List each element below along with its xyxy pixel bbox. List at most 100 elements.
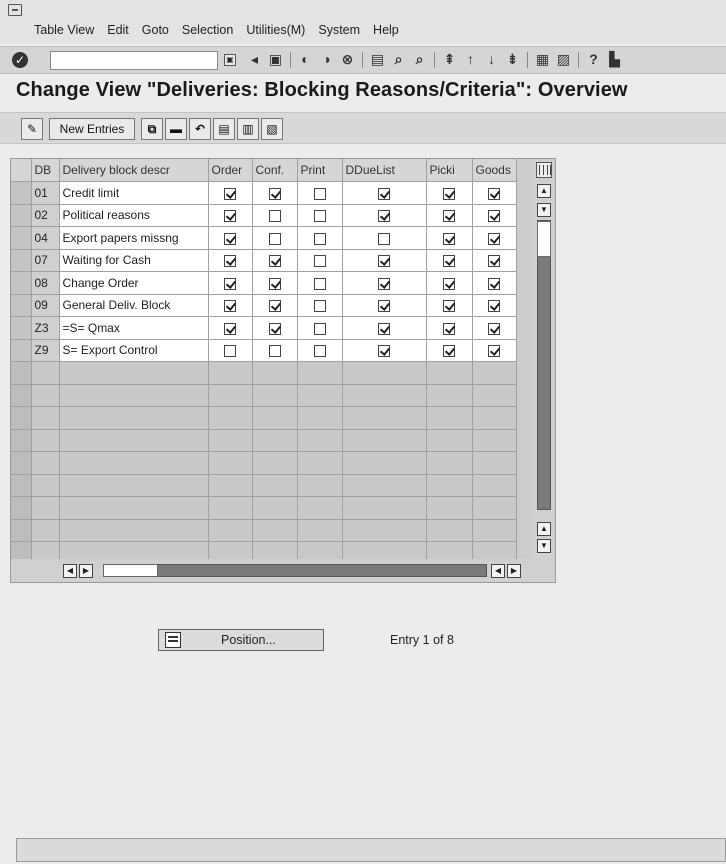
column-header-print[interactable]: Print bbox=[297, 159, 343, 182]
first-page-icon[interactable]: ⇞ bbox=[441, 51, 458, 68]
row-selector[interactable] bbox=[11, 294, 32, 317]
column-header-order[interactable]: Order bbox=[208, 159, 253, 182]
cell-descr[interactable]: S= Export Control bbox=[59, 339, 209, 362]
row-selector[interactable] bbox=[11, 339, 32, 362]
print-icon[interactable]: ▤ bbox=[369, 51, 386, 68]
conf-checkbox[interactable] bbox=[268, 322, 281, 335]
deselect-all-icon[interactable]: ▧ bbox=[261, 118, 283, 140]
last-page-icon[interactable]: ⇟ bbox=[504, 51, 521, 68]
conf-checkbox[interactable] bbox=[268, 232, 281, 245]
conf-checkbox[interactable] bbox=[268, 345, 281, 358]
row-selector[interactable] bbox=[11, 204, 32, 227]
column-header-dduelist[interactable]: DDueList bbox=[342, 159, 427, 182]
cell-descr[interactable]: Political reasons bbox=[59, 204, 209, 227]
conf-checkbox[interactable] bbox=[268, 255, 281, 268]
dduelist-checkbox[interactable] bbox=[378, 300, 390, 313]
print-checkbox[interactable] bbox=[313, 300, 326, 313]
exit-icon[interactable]: ◑ bbox=[318, 51, 335, 68]
system-menu-icon[interactable] bbox=[8, 4, 22, 16]
print-checkbox[interactable] bbox=[313, 345, 326, 358]
next-page-icon[interactable]: ↓ bbox=[483, 51, 500, 68]
column-header-goods[interactable]: Goods bbox=[472, 159, 517, 182]
print-checkbox[interactable] bbox=[313, 322, 326, 335]
conf-checkbox[interactable] bbox=[268, 300, 281, 313]
find-next-icon[interactable]: ⌕ bbox=[411, 51, 428, 68]
order-checkbox[interactable] bbox=[224, 322, 236, 335]
picki-checkbox[interactable] bbox=[443, 322, 455, 335]
goods-checkbox[interactable] bbox=[488, 345, 500, 358]
cell-descr[interactable]: General Deliv. Block bbox=[59, 294, 209, 317]
row-selector[interactable] bbox=[11, 181, 32, 205]
horizontal-scrollbar[interactable]: ◀ ▶ ◀ ▶ bbox=[11, 559, 555, 582]
table-settings-icon[interactable] bbox=[536, 162, 552, 178]
vertical-scrollbar[interactable]: ▲ ▼ ▲ ▼ bbox=[533, 159, 555, 559]
find-icon[interactable]: ⌕ bbox=[390, 51, 407, 68]
shortcut-icon[interactable]: ▨ bbox=[555, 51, 572, 68]
menu-item-edit[interactable]: Edit bbox=[107, 23, 129, 37]
cancel-icon[interactable]: ⊗ bbox=[339, 51, 356, 68]
page-down-icon[interactable]: ▼ bbox=[537, 539, 551, 553]
copy-as-icon[interactable]: ⧉ bbox=[141, 118, 163, 140]
dduelist-checkbox[interactable] bbox=[378, 210, 390, 223]
horizontal-scroll-track[interactable] bbox=[103, 564, 487, 577]
select-block-icon[interactable]: ▥ bbox=[237, 118, 259, 140]
create-session-icon[interactable]: ▦ bbox=[534, 51, 551, 68]
print-checkbox[interactable] bbox=[313, 255, 326, 268]
scroll-down-icon[interactable]: ▲ bbox=[537, 522, 551, 536]
goods-checkbox[interactable] bbox=[488, 322, 500, 335]
dduelist-checkbox[interactable] bbox=[378, 232, 390, 245]
picki-checkbox[interactable] bbox=[443, 255, 455, 268]
menu-item-system[interactable]: System bbox=[318, 23, 360, 37]
print-checkbox[interactable] bbox=[313, 187, 326, 200]
dduelist-checkbox[interactable] bbox=[378, 187, 390, 200]
row-selector[interactable] bbox=[11, 519, 32, 542]
row-selector[interactable] bbox=[11, 249, 32, 272]
column-header-descr[interactable]: Delivery block descr bbox=[59, 159, 209, 182]
picki-checkbox[interactable] bbox=[443, 300, 455, 313]
goods-checkbox[interactable] bbox=[488, 300, 500, 313]
menu-item-table-view[interactable]: Table View bbox=[34, 23, 94, 37]
position-button[interactable]: Position... bbox=[158, 629, 324, 651]
display-change-icon[interactable]: ✎ bbox=[21, 118, 43, 140]
order-checkbox[interactable] bbox=[224, 300, 236, 313]
picki-checkbox[interactable] bbox=[443, 277, 455, 290]
help-icon[interactable]: ? bbox=[585, 51, 602, 68]
goods-checkbox[interactable] bbox=[488, 277, 500, 290]
layout-menu-icon[interactable]: ▙ bbox=[606, 51, 623, 68]
column-header-conf[interactable]: Conf. bbox=[252, 159, 298, 182]
dduelist-checkbox[interactable] bbox=[378, 277, 390, 290]
scroll-right-icon[interactable]: ▶ bbox=[79, 564, 93, 578]
back-arrow-icon[interactable]: ◂ bbox=[246, 51, 263, 68]
row-selector[interactable] bbox=[11, 226, 32, 250]
delete-icon[interactable]: ▬ bbox=[165, 118, 187, 140]
print-checkbox[interactable] bbox=[313, 210, 326, 223]
dduelist-checkbox[interactable] bbox=[378, 345, 390, 358]
goods-checkbox[interactable] bbox=[488, 187, 500, 200]
conf-checkbox[interactable] bbox=[268, 210, 281, 223]
select-all-icon[interactable]: ▤ bbox=[213, 118, 235, 140]
dduelist-checkbox[interactable] bbox=[378, 255, 390, 268]
select-all-cell[interactable] bbox=[11, 159, 32, 182]
cell-descr[interactable]: =S= Qmax bbox=[59, 316, 209, 340]
vertical-scroll-track[interactable] bbox=[537, 220, 551, 510]
scroll-left-end-icon[interactable]: ◀ bbox=[491, 564, 505, 578]
goods-checkbox[interactable] bbox=[488, 255, 500, 268]
enter-icon[interactable]: ✓ bbox=[12, 52, 28, 68]
order-checkbox[interactable] bbox=[224, 277, 236, 290]
goods-checkbox[interactable] bbox=[488, 210, 500, 223]
command-field[interactable] bbox=[50, 51, 218, 70]
order-checkbox[interactable] bbox=[224, 345, 236, 358]
order-checkbox[interactable] bbox=[224, 255, 236, 268]
cell-descr[interactable]: Credit limit bbox=[59, 181, 209, 205]
vertical-scroll-thumb[interactable] bbox=[537, 221, 551, 257]
menu-item-goto[interactable]: Goto bbox=[142, 23, 169, 37]
dduelist-checkbox[interactable] bbox=[378, 322, 390, 335]
scroll-left-icon[interactable]: ◀ bbox=[63, 564, 77, 578]
previous-page-icon[interactable]: ↑ bbox=[462, 51, 479, 68]
order-checkbox[interactable] bbox=[224, 187, 236, 200]
column-header-db[interactable]: DB bbox=[31, 159, 60, 182]
row-selector[interactable] bbox=[11, 474, 32, 497]
order-checkbox[interactable] bbox=[224, 210, 236, 223]
print-checkbox[interactable] bbox=[313, 277, 326, 290]
page-up-icon[interactable]: ▼ bbox=[537, 203, 551, 217]
